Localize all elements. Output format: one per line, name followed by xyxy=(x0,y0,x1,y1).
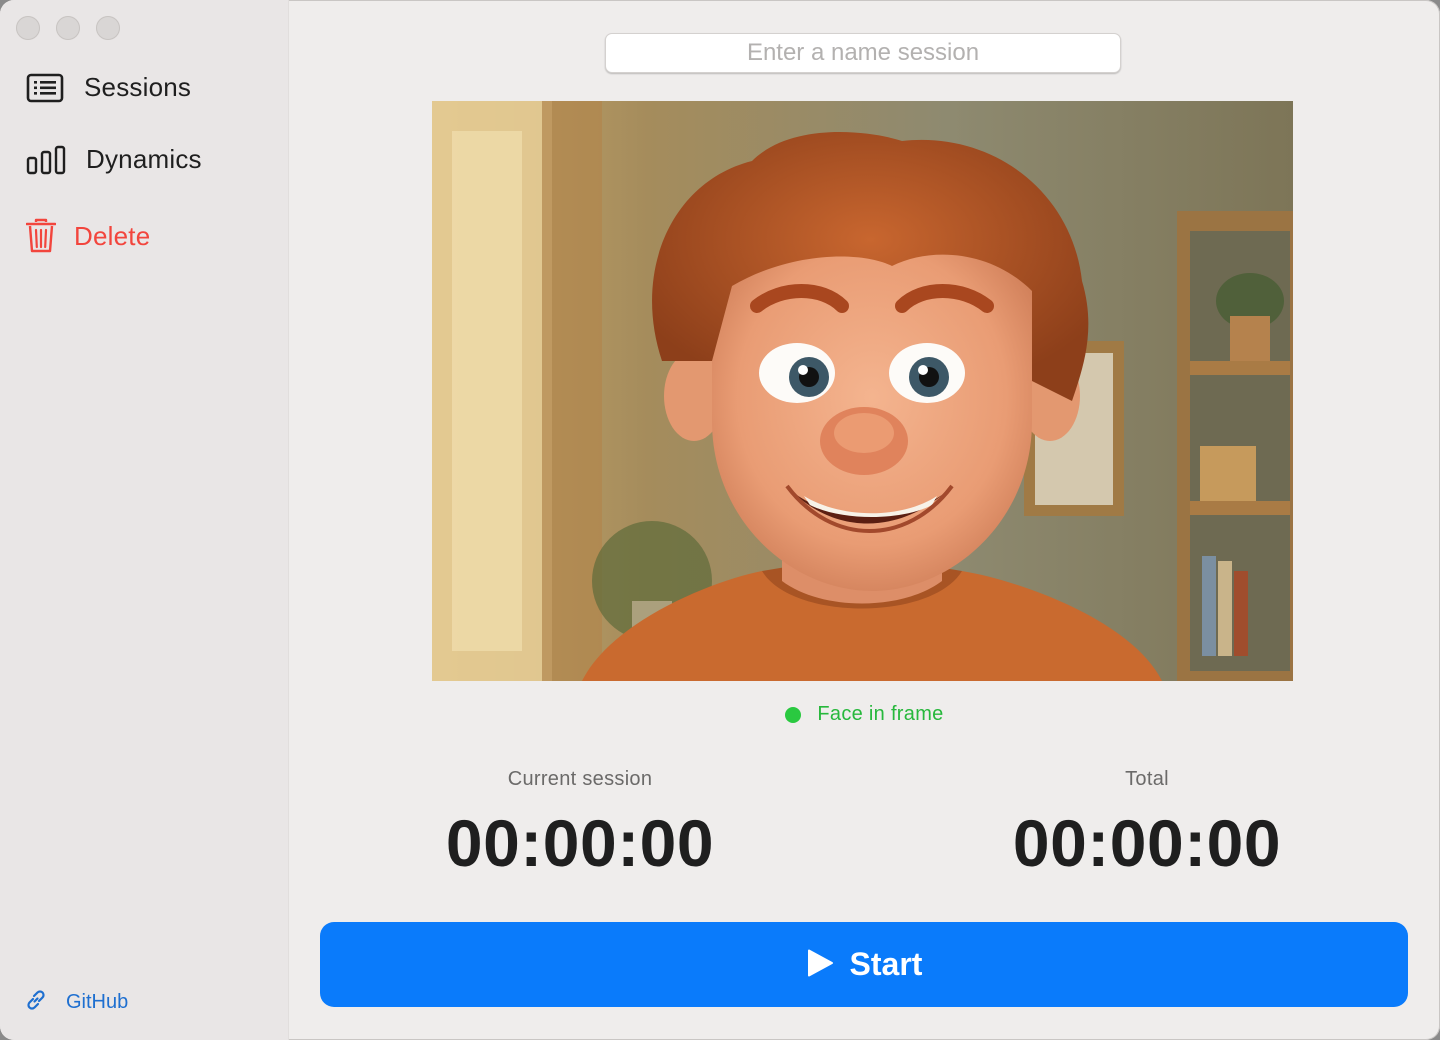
start-button-label: Start xyxy=(849,946,923,982)
link-icon xyxy=(24,988,48,1017)
current-session-value: 00:00:00 xyxy=(445,806,715,880)
trash-icon xyxy=(26,218,56,254)
sidebar-item-dynamics[interactable]: Dynamics xyxy=(26,144,202,175)
total-timer: Total 00:00:00 xyxy=(937,768,1357,881)
session-name-input[interactable] xyxy=(605,33,1121,73)
close-window-button[interactable] xyxy=(16,16,40,40)
sidebar-item-delete[interactable]: Delete xyxy=(26,218,150,254)
main-content: Face in frame Current session 00:00:00 T… xyxy=(289,0,1440,1040)
list-icon xyxy=(26,73,64,103)
status-dot-icon xyxy=(785,706,802,723)
current-session-timer: Current session 00:00:00 xyxy=(370,768,790,881)
camera-preview xyxy=(432,101,1293,681)
current-session-caption: Current session xyxy=(507,768,653,790)
bar-chart-icon xyxy=(26,145,66,175)
sidebar-item-label: Sessions xyxy=(84,72,192,102)
sidebar-item-sessions[interactable]: Sessions xyxy=(26,72,191,103)
sidebar-item-label: Delete xyxy=(74,220,151,251)
github-link-label: GitHub xyxy=(66,991,129,1013)
github-link[interactable]: GitHub xyxy=(24,988,128,1017)
zoom-window-button[interactable] xyxy=(96,16,120,40)
sidebar-item-label: Dynamics xyxy=(86,144,202,174)
sidebar: Sessions Dynamics Delete GitHub xyxy=(0,0,289,1040)
total-caption: Total xyxy=(1125,768,1169,790)
start-button[interactable]: Start xyxy=(320,922,1408,1007)
play-icon xyxy=(806,948,834,981)
minimize-window-button[interactable] xyxy=(56,16,80,40)
face-detection-status: Face in frame xyxy=(289,703,1440,726)
total-value: 00:00:00 xyxy=(1012,806,1282,880)
window-controls xyxy=(16,16,120,40)
status-label: Face in frame xyxy=(817,703,944,725)
app-window: Sessions Dynamics Delete GitHub Enter a … xyxy=(0,0,1440,1040)
